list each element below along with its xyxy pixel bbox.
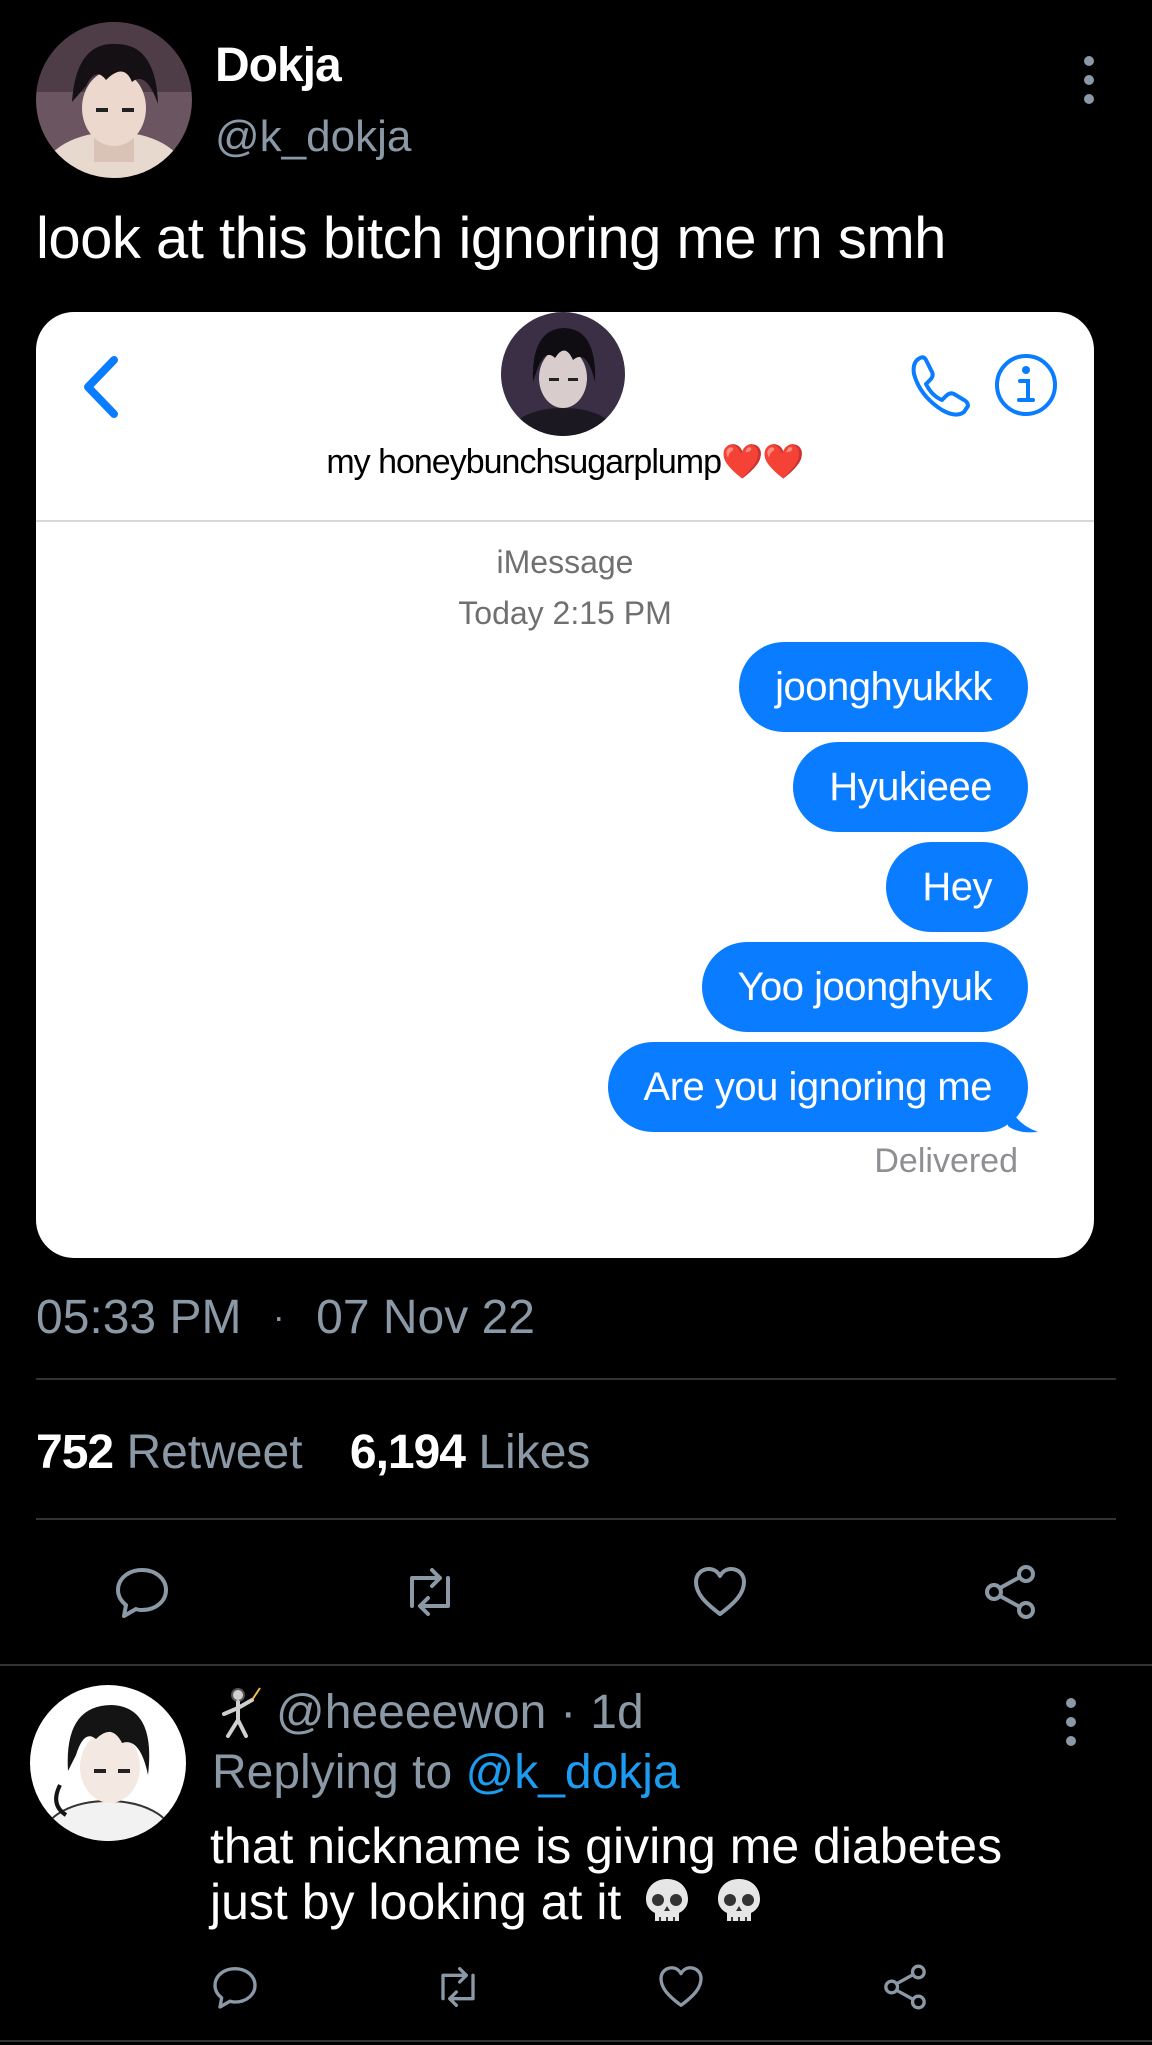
divider xyxy=(36,1518,1116,1520)
like-label[interactable]: Likes xyxy=(478,1426,590,1479)
bubble-tail-icon xyxy=(1008,1104,1038,1133)
more-options-icon[interactable] xyxy=(1064,1698,1078,1746)
reply-separator: · xyxy=(560,1686,577,1739)
message-bubble: Hey xyxy=(886,842,1028,932)
delivery-status: Delivered xyxy=(874,1142,1018,1180)
message-bubble: Are you ignoring me xyxy=(607,1042,1028,1132)
retweet-icon xyxy=(410,1568,450,1616)
share-button[interactable] xyxy=(980,1562,1040,1622)
author-name[interactable]: Dokja xyxy=(215,38,342,93)
contact-avatar xyxy=(501,312,625,436)
retweet-icon xyxy=(441,1967,475,2007)
reply-icon xyxy=(116,1568,168,1618)
fencer-emoji-icon xyxy=(222,1686,261,1738)
reply-icon xyxy=(213,1967,257,2009)
divider xyxy=(36,1378,1116,1380)
divider xyxy=(0,1664,1152,1666)
message-bubble: Hyukieee xyxy=(793,742,1028,832)
replying-to: Replying to @k_dokja xyxy=(212,1745,680,1800)
reply-text-line: that nickname is giving me diabetes xyxy=(210,1818,1003,1874)
author-handle[interactable]: @k_dokja xyxy=(215,112,411,162)
tweet-time: 05:33 PM xyxy=(36,1291,242,1344)
heart-icon xyxy=(694,1567,746,1616)
heart-icon xyxy=(659,1966,703,2007)
message-bubble: Yoo joonghyuk xyxy=(701,942,1028,1032)
like-button[interactable] xyxy=(656,1962,706,2012)
reply-header: @heeeewon · 1d xyxy=(212,1685,644,1740)
reply-button[interactable] xyxy=(112,1562,172,1622)
share-icon xyxy=(884,1964,926,2010)
reply-text: that nickname is giving me diabetes just… xyxy=(210,1818,1110,1930)
skull-emoji-icon xyxy=(646,1879,689,1921)
service-label: iMessage xyxy=(496,544,634,580)
info-icon xyxy=(995,354,1057,416)
attached-image[interactable]: my honeybunchsugarplump❤️❤️ iMessage Tod… xyxy=(36,312,1094,1258)
retweet-button[interactable] xyxy=(433,1962,483,2012)
message-bubble: joonghyukkk xyxy=(739,642,1028,732)
divider xyxy=(36,520,1094,522)
reply-text-line-2: just by looking at it xyxy=(210,1874,1110,1930)
like-button[interactable] xyxy=(690,1562,750,1622)
divider xyxy=(0,2040,1152,2042)
replying-prefix: Replying to xyxy=(212,1746,453,1799)
like-count[interactable]: 6,194 xyxy=(350,1426,466,1479)
engagement-stats: 752 Retweet 6,194 Likes xyxy=(36,1425,624,1480)
reply-text-line: just by looking at it xyxy=(210,1874,622,1930)
reply-button[interactable] xyxy=(210,1962,260,2012)
tweet-text: look at this bitch ignoring me rn smh xyxy=(36,206,946,271)
retweet-count[interactable]: 752 xyxy=(36,1426,114,1479)
phone-icon xyxy=(911,355,970,417)
skull-emoji-icon xyxy=(718,1879,761,1921)
back-chevron-icon xyxy=(84,356,118,418)
tweet-timestamp: 05:33 PM · 07 Nov 22 xyxy=(36,1290,535,1345)
more-options-icon[interactable] xyxy=(1082,56,1096,104)
share-button[interactable] xyxy=(880,1962,930,2012)
replying-to-mention[interactable]: @k_dokja xyxy=(465,1746,679,1799)
reply-age: 1d xyxy=(590,1686,644,1739)
message-timestamp: Today 2:15 PM xyxy=(458,595,672,631)
timestamp-separator: · xyxy=(272,1296,285,1337)
retweet-button[interactable] xyxy=(400,1562,460,1622)
share-icon xyxy=(985,1565,1035,1619)
tweet-date: 07 Nov 22 xyxy=(316,1291,535,1344)
reply-author-avatar[interactable] xyxy=(30,1685,186,1841)
reply-author-handle[interactable]: @heeeewon xyxy=(276,1685,546,1740)
retweet-label[interactable]: Retweet xyxy=(126,1426,302,1479)
author-avatar[interactable] xyxy=(36,22,192,178)
contact-name: my honeybunchsugarplump❤️❤️ xyxy=(326,443,804,481)
